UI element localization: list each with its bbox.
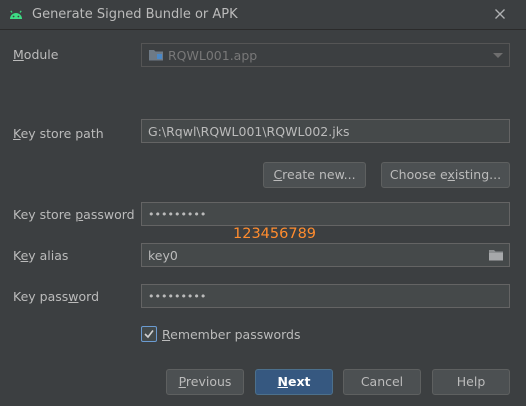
key-store-password-label: Key store password	[13, 207, 135, 222]
module-value: RQWL001.app	[168, 48, 258, 63]
checkmark-icon	[144, 330, 154, 339]
choose-existing-button[interactable]: Choose existing...	[381, 162, 510, 188]
key-alias-field[interactable]: key0	[141, 243, 510, 267]
key-store-password-value: •••••••••	[148, 208, 207, 221]
dialog-title: Generate Signed Bundle or APK	[32, 7, 238, 22]
remember-passwords-label[interactable]: Remember passwords	[162, 327, 300, 342]
remember-passwords-checkbox[interactable]	[141, 326, 157, 342]
module-label: Module	[13, 47, 59, 62]
key-password-field[interactable]: •••••••••	[141, 284, 510, 308]
next-button[interactable]: Next	[255, 369, 333, 395]
dialog-body: Module RQWL001.app Key store path G:\Rqw…	[1, 31, 525, 405]
module-combobox[interactable]: RQWL001.app	[141, 43, 510, 67]
title-bar: Generate Signed Bundle or APK	[0, 0, 526, 30]
key-password-value: •••••••••	[148, 290, 207, 303]
key-password-label: Key password	[13, 289, 100, 304]
previous-button[interactable]: Previous	[166, 369, 244, 395]
key-alias-label: Key alias	[13, 248, 69, 263]
android-icon	[8, 7, 24, 23]
close-icon[interactable]	[492, 6, 508, 22]
chevron-down-icon	[493, 53, 503, 58]
folder-icon[interactable]	[488, 248, 504, 262]
password-annotation: 123456789	[233, 226, 317, 242]
module-folder-icon	[148, 48, 164, 65]
create-new-button[interactable]: Create new...	[263, 162, 366, 188]
key-alias-value: key0	[148, 248, 178, 263]
key-store-path-value: G:\Rqwl\RQWL001\RQWL002.jks	[148, 124, 350, 139]
cancel-button[interactable]: Cancel	[343, 369, 421, 395]
key-store-password-field[interactable]: •••••••••	[141, 202, 510, 226]
key-store-path-field[interactable]: G:\Rqwl\RQWL001\RQWL002.jks	[141, 119, 510, 143]
help-button[interactable]: Help	[432, 369, 510, 395]
key-store-path-label: Key store path	[13, 126, 104, 141]
